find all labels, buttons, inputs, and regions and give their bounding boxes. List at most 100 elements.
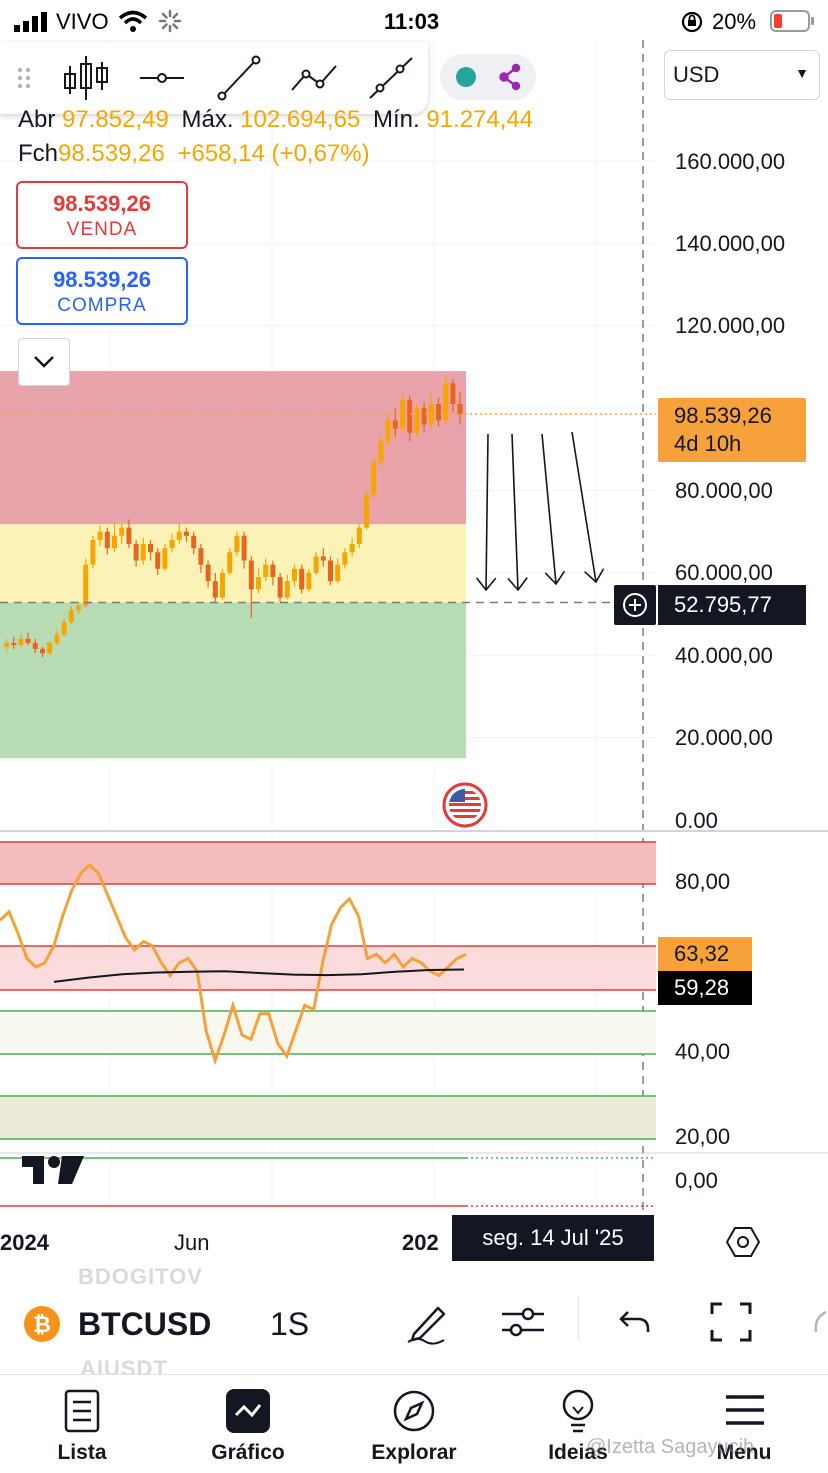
drag-handle-icon[interactable] <box>4 50 44 106</box>
interval-button[interactable]: 1S <box>270 1306 309 1343</box>
candle-body <box>392 420 398 429</box>
tab-grafico[interactable]: Gráfico <box>188 1375 308 1473</box>
candle-body <box>32 642 38 650</box>
low-label: Mín. <box>372 106 420 133</box>
svg-text:₿: ₿ <box>33 1313 51 1338</box>
buy-button[interactable]: 98.539,26 COMPRA <box>16 257 188 325</box>
candle-body <box>112 535 117 549</box>
currency-select[interactable]: USD ▼ <box>664 50 820 100</box>
sell-label: VENDA <box>66 219 138 240</box>
candle-body <box>335 564 341 582</box>
candle-body <box>11 642 17 645</box>
us-flag-event-icon[interactable] <box>442 782 488 828</box>
toolbar-divider <box>578 1298 579 1340</box>
candle-body <box>47 642 53 654</box>
candle-body <box>83 564 89 606</box>
time-axis-label: 2024 <box>0 1230 49 1255</box>
candle-body <box>349 544 355 553</box>
sell-zone <box>0 371 466 525</box>
candle-body <box>450 383 456 405</box>
fullscreen-icon[interactable] <box>708 1300 754 1344</box>
lightbulb-icon <box>562 1389 594 1433</box>
drawings-toggle[interactable] <box>440 54 536 100</box>
open-label: Abr <box>18 106 56 133</box>
candle-body <box>18 638 24 645</box>
candle-body <box>162 548 168 569</box>
indicators-sliders-icon[interactable] <box>500 1302 546 1342</box>
candle-body <box>119 527 125 536</box>
candle-body <box>184 531 189 536</box>
candle-body <box>270 564 276 577</box>
price-axis-label: 160.000,00 <box>675 149 786 174</box>
high-value: 102.694,65 <box>240 106 361 133</box>
candle-body <box>407 399 413 433</box>
candle-body <box>248 560 254 590</box>
tab-label: Lista <box>57 1441 107 1464</box>
down-arrow-shaft <box>571 431 597 583</box>
candle-body <box>198 548 204 565</box>
tab-label: Gráfico <box>211 1441 285 1464</box>
candle-body <box>457 404 463 415</box>
chevron-down-icon: ▼ <box>795 65 809 81</box>
nodes-graph-icon <box>499 63 521 91</box>
down-arrow-shaft <box>511 433 519 591</box>
candle-body <box>320 556 326 561</box>
candle-body <box>306 572 312 590</box>
buy-price: 98.539,26 <box>53 267 151 292</box>
candle-body <box>25 638 31 643</box>
candle-body <box>356 527 362 545</box>
candle-body <box>169 539 175 549</box>
candle-body <box>76 605 81 610</box>
rsi-axis-label: 0,00 <box>675 1168 718 1193</box>
tab-explorar[interactable]: Explorar <box>354 1375 474 1473</box>
candle-body <box>54 634 60 643</box>
crosshair-date-tag: seg. 14 Jul '25 <box>452 1215 654 1261</box>
add-alert-button[interactable] <box>614 585 656 625</box>
low-value: 91.274,44 <box>426 106 534 133</box>
candle-body <box>241 535 247 561</box>
price-axis-label: 80.000,00 <box>675 478 773 503</box>
currency-value: USD <box>673 62 720 87</box>
symbol-name[interactable]: BTCUSD <box>78 1306 211 1343</box>
candle-body <box>277 576 283 598</box>
price-axis-label: 20.000,00 <box>675 725 773 750</box>
candle-body <box>371 461 377 495</box>
candle-body <box>284 581 290 598</box>
candle-body <box>364 494 369 528</box>
candle-body <box>313 556 319 573</box>
sell-button[interactable]: 98.539,26 VENDA <box>16 181 188 249</box>
trend-line-icon[interactable] <box>210 50 266 106</box>
close-value: 98.539,26 <box>58 140 165 167</box>
candles-icon[interactable] <box>58 50 114 106</box>
settings-hexagon-icon[interactable] <box>726 1226 760 1258</box>
pencil-draw-icon[interactable] <box>404 1298 452 1346</box>
tradingview-logo-icon <box>22 1156 84 1184</box>
candle-body <box>191 535 197 549</box>
horizontal-line-icon[interactable] <box>134 50 190 106</box>
symbol-toolbar: BDOGITOV AIUSDT ₿ BTCUSD 1S <box>0 1264 828 1381</box>
polyline-icon[interactable] <box>286 50 342 106</box>
down-arrow-shaft <box>541 433 557 585</box>
candle-body <box>378 441 384 462</box>
more-partial-icon[interactable] <box>810 1308 828 1338</box>
tab-lista[interactable]: Lista <box>22 1375 142 1473</box>
candle-body <box>292 568 297 582</box>
candle-body <box>421 408 427 425</box>
rsi-axis-label: 80,00 <box>675 869 731 894</box>
current-price-value: 98.539,26 <box>674 403 772 428</box>
candle-body <box>256 576 261 590</box>
collapse-legend-button[interactable] <box>18 338 70 386</box>
price-axis-label: 140.000,00 <box>675 231 786 256</box>
undo-icon[interactable] <box>618 1304 652 1338</box>
sell-price: 98.539,26 <box>53 191 151 216</box>
rsi-overbought-band <box>0 842 656 884</box>
time-axis-label: 202 <box>402 1230 439 1255</box>
candle-body <box>263 564 269 577</box>
candle-body <box>176 531 182 540</box>
compass-icon <box>393 1390 435 1432</box>
price-axis-label: 40.000,00 <box>675 643 773 668</box>
ohlc-legend-row2: Fch98.539,26 +658,14 (+0,67%) <box>18 140 370 168</box>
candle-body <box>299 568 305 590</box>
high-label: Máx. <box>181 106 234 133</box>
ray-icon[interactable] <box>362 50 418 106</box>
